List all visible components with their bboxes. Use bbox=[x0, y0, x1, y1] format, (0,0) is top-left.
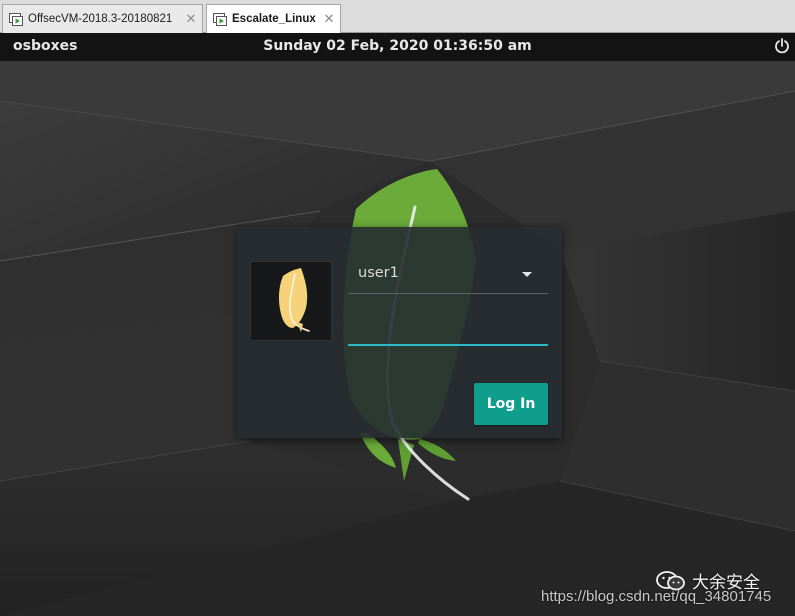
vm-tab-label: Escalate_Linux bbox=[232, 13, 316, 25]
vm-window: OffsecVM-2018.3-20180821 ✕ Escalate_Linu… bbox=[0, 0, 795, 616]
watermark-url: https://blog.csdn.net/qq_34801745 bbox=[541, 588, 772, 605]
user-select-value: user1 bbox=[358, 265, 399, 281]
chevron-down-icon bbox=[522, 272, 532, 277]
vm-tab-bar: OffsecVM-2018.3-20180821 ✕ Escalate_Linu… bbox=[0, 0, 795, 33]
clock: Sunday 02 Feb, 2020 01:36:50 am bbox=[263, 38, 532, 54]
close-icon[interactable]: ✕ bbox=[322, 11, 336, 26]
power-icon[interactable] bbox=[773, 37, 791, 55]
password-input[interactable] bbox=[348, 309, 548, 346]
login-card: user1 Log In bbox=[237, 227, 562, 438]
close-icon[interactable]: ✕ bbox=[184, 11, 198, 26]
vm-running-icon bbox=[213, 13, 227, 26]
vm-running-icon bbox=[9, 13, 23, 26]
vm-tab-label: OffsecVM-2018.3-20180821 bbox=[28, 13, 173, 25]
vm-tab-offsecvm[interactable]: OffsecVM-2018.3-20180821 ✕ bbox=[2, 4, 203, 33]
vm-tab-escalate-linux[interactable]: Escalate_Linux ✕ bbox=[206, 4, 341, 33]
avatar bbox=[250, 261, 332, 341]
login-button[interactable]: Log In bbox=[474, 383, 548, 425]
feather-avatar-icon bbox=[278, 268, 310, 332]
user-select[interactable]: user1 bbox=[348, 255, 548, 294]
top-panel: osboxes Sunday 02 Feb, 2020 01:36:50 am bbox=[0, 33, 795, 61]
